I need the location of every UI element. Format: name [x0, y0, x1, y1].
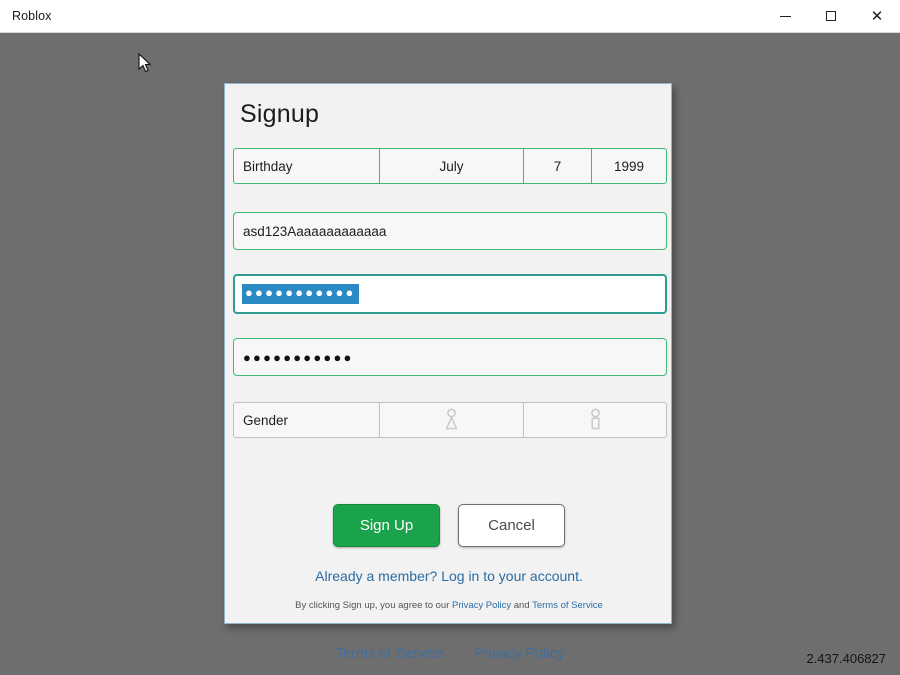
dialog-button-row: Sign Up Cancel	[225, 504, 673, 547]
birthday-day-select[interactable]: 7	[524, 149, 592, 183]
login-link[interactable]: Already a member? Log in to your account…	[225, 568, 673, 584]
cancel-button[interactable]: Cancel	[458, 504, 565, 547]
minimize-button[interactable]	[762, 0, 808, 32]
mouse-cursor-icon	[138, 53, 152, 73]
gender-option-female[interactable]	[380, 403, 524, 437]
confirm-password-field-row: ●●●●●●●●●●●	[233, 338, 667, 376]
window-title: Roblox	[12, 9, 52, 23]
sign-up-button[interactable]: Sign Up	[333, 504, 440, 547]
terms-agreement-text: By clicking Sign up, you agree to our Pr…	[225, 600, 673, 611]
close-icon: ✕	[870, 7, 884, 25]
birthday-year-select[interactable]: 1999	[592, 149, 666, 183]
footer-links: Terms of Service Privacy Policy	[0, 646, 900, 662]
terms-conjunction: and	[513, 600, 530, 611]
maximize-button[interactable]	[808, 0, 854, 32]
password-selected-text: ●●●●●●●●●●●	[242, 284, 359, 304]
birthday-label: Birthday	[234, 149, 380, 183]
birthday-field-row: Birthday July 7 1999	[233, 148, 667, 184]
birthday-month-select[interactable]: July	[380, 149, 524, 183]
minimize-icon	[779, 15, 791, 17]
version-label: 2.437.406827	[806, 651, 886, 666]
username-field-row: asd123Aaaaaaaaaaaaa	[233, 212, 667, 250]
footer-terms-of-service-link[interactable]: Terms of Service	[336, 646, 444, 662]
male-gender-icon	[590, 408, 600, 430]
terms-of-service-link[interactable]: Terms of Service	[532, 600, 603, 611]
username-input[interactable]: asd123Aaaaaaaaaaaaa	[233, 212, 667, 250]
password-field-row: ●●●●●●●●●●●	[233, 274, 667, 314]
confirm-password-input[interactable]: ●●●●●●●●●●●	[233, 338, 667, 376]
window-controls: ✕	[762, 0, 900, 32]
close-button[interactable]: ✕	[854, 0, 900, 32]
dialog-title: Signup	[240, 100, 320, 128]
footer-privacy-policy-link[interactable]: Privacy Policy	[474, 646, 564, 662]
gender-field-row: Gender	[233, 402, 667, 438]
terms-privacy-policy-link[interactable]: Privacy Policy	[452, 600, 511, 611]
confirm-password-text: ●●●●●●●●●●●	[243, 349, 354, 365]
window-titlebar: Roblox ✕	[0, 0, 900, 33]
password-input[interactable]: ●●●●●●●●●●●	[233, 274, 667, 314]
terms-prefix: By clicking Sign up, you agree to our	[295, 600, 450, 611]
gender-label: Gender	[234, 403, 380, 437]
signup-dialog: Signup Birthday July 7 1999 asd123Aaaaaa…	[224, 83, 672, 624]
gender-option-male[interactable]	[524, 403, 666, 437]
maximize-icon	[826, 11, 836, 21]
female-gender-icon	[445, 408, 458, 430]
